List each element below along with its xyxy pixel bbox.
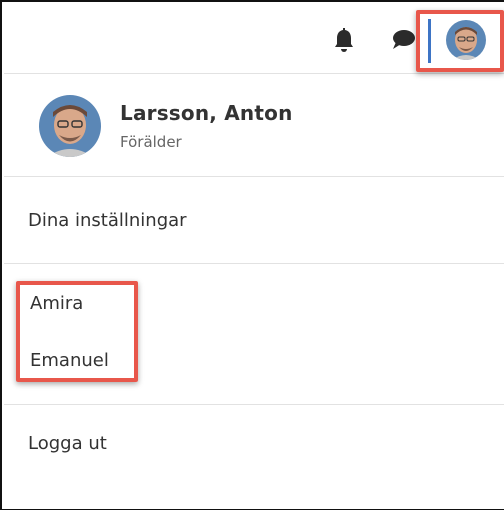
bell-icon[interactable] (333, 28, 355, 54)
profile-avatar (39, 95, 101, 157)
profile-name: Larsson, Anton (120, 101, 293, 125)
profile-role: Förälder (120, 133, 182, 151)
settings-label: Dina inställningar (28, 210, 187, 231)
chat-icon[interactable] (390, 28, 416, 52)
logout-label: Logga ut (28, 433, 107, 454)
profile-section: Larsson, Anton Förälder (4, 75, 504, 177)
children-highlight-box (16, 281, 138, 382)
user-menu-panel: Larsson, Anton Förälder Dina inställning… (0, 0, 504, 510)
menu-item-logout[interactable]: Logga ut (4, 405, 504, 512)
avatar-highlight-box (416, 10, 504, 72)
menu-item-settings[interactable]: Dina inställningar (4, 177, 504, 264)
